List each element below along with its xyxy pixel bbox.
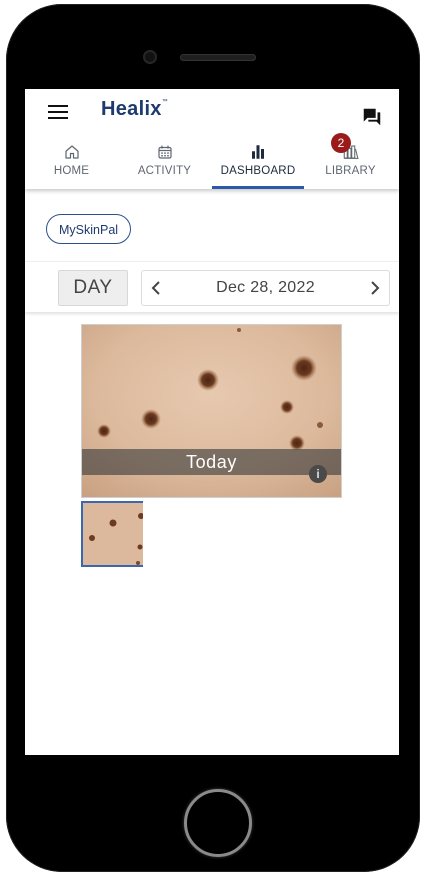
calendar-icon	[157, 145, 172, 159]
photo-caption: Today	[82, 449, 341, 475]
chat-icon[interactable]	[361, 106, 383, 128]
thumbnail-image	[83, 503, 143, 565]
hamburger-menu-icon[interactable]	[48, 105, 68, 119]
tab-home-label: HOME	[53, 165, 90, 177]
filter-chip-myskinpal[interactable]: MySkinPal	[46, 214, 132, 244]
tab-dashboard-label: DASHBOARD	[220, 165, 296, 177]
app-screen: Healix™ HOME ACTIVITY DASHBOARD LIBRARY	[25, 89, 399, 755]
library-notification-badge: 2	[331, 133, 351, 153]
tab-activity-label: ACTIVITY	[137, 165, 192, 177]
date-navigation-bar: DAY Dec 28, 2022	[25, 261, 399, 312]
tab-dashboard[interactable]: DASHBOARD	[212, 141, 304, 189]
photo-thumbnail[interactable]	[81, 501, 143, 567]
home-button[interactable]	[184, 789, 252, 857]
app-logo: Healix™	[101, 98, 169, 120]
earpiece-speaker	[180, 54, 256, 61]
chevron-left-icon[interactable]	[144, 271, 168, 305]
selected-date: Dec 28, 2022	[216, 279, 315, 296]
info-icon[interactable]: i	[309, 465, 327, 483]
date-selector: Dec 28, 2022	[141, 270, 390, 306]
home-icon	[64, 145, 79, 159]
tab-activity[interactable]: ACTIVITY	[118, 141, 211, 189]
bar-chart-icon	[252, 145, 264, 159]
tab-library[interactable]: LIBRARY	[304, 141, 397, 189]
skin-photo-main[interactable]: Today i	[81, 324, 342, 498]
tab-home[interactable]: HOME	[25, 141, 118, 189]
period-day-button[interactable]: DAY	[58, 270, 128, 306]
chevron-right-icon[interactable]	[363, 271, 387, 305]
front-camera	[143, 50, 157, 64]
tab-library-label: LIBRARY	[325, 165, 376, 177]
